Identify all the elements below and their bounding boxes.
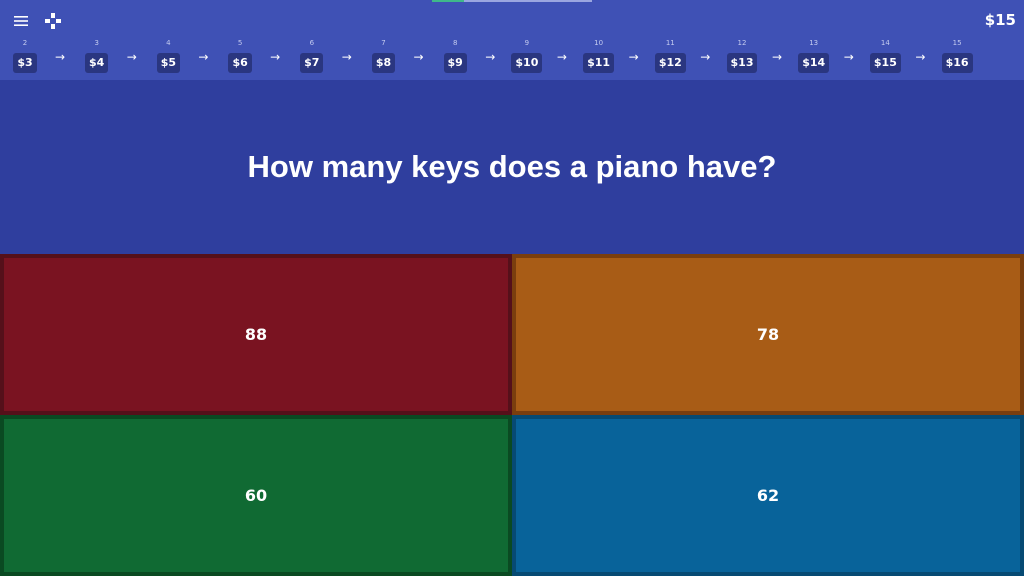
ladder-step: 6 $7 bbox=[292, 38, 332, 73]
ladder-step: 2 $3 bbox=[5, 38, 45, 73]
arrow-right-icon: → bbox=[628, 50, 639, 64]
ladder-step: 4 $5 bbox=[148, 38, 188, 73]
top-bar: $15 2 $3 → 3 $4 → 4 $5 → 5 $6 → 6 $7 → 7 $8 → 8 $9 → 9 $10 → 10 $… bbox=[0, 0, 1024, 80]
ladder-step-number: 8 bbox=[452, 39, 458, 47]
ladder-prize-badge: $4 bbox=[85, 53, 109, 73]
arrow-right-icon: → bbox=[413, 50, 424, 64]
ladder-prize-badge: $7 bbox=[300, 53, 324, 73]
ladder-step: 5 $6 bbox=[220, 38, 260, 73]
ladder-step-number: 5 bbox=[237, 39, 243, 47]
arrow-right-icon: → bbox=[485, 50, 496, 64]
ladder-step-number: 11 bbox=[665, 39, 675, 47]
ladder-prize-badge: $13 bbox=[726, 53, 758, 73]
arrow-right-icon: → bbox=[126, 50, 137, 64]
ladder-prize-badge: $15 bbox=[869, 53, 901, 73]
prize-ladder: 2 $3 → 3 $4 → 4 $5 → 5 $6 → 6 $7 → 7 $8 → 8 $9 → 9 $10 → 10 $11 → 1… bbox=[0, 38, 1024, 78]
ladder-step-number: 14 bbox=[880, 39, 890, 47]
ladder-step-number: 6 bbox=[309, 39, 315, 47]
ladder-step: 8 $9 bbox=[435, 38, 475, 73]
ladder-step-number: 12 bbox=[737, 39, 747, 47]
answer-label: 60 bbox=[244, 486, 268, 505]
ladder-step-number: 2 bbox=[22, 39, 28, 47]
ladder-prize-badge: $3 bbox=[13, 53, 37, 73]
arrow-right-icon: → bbox=[55, 50, 66, 64]
ladder-step: 3 $4 bbox=[77, 38, 117, 73]
answer-option-4[interactable]: 62 bbox=[512, 415, 1024, 576]
ladder-step-number: 15 bbox=[952, 39, 962, 47]
ladder-prize-badge: $6 bbox=[228, 53, 252, 73]
question-text: How many keys does a piano have? bbox=[247, 149, 777, 184]
arrow-right-icon: → bbox=[772, 50, 783, 64]
ladder-step: 7 $8 bbox=[364, 38, 404, 73]
ladder-step: 14 $15 bbox=[865, 38, 905, 73]
arrow-right-icon: → bbox=[843, 50, 854, 64]
progress-bar-fill bbox=[432, 0, 464, 2]
ladder-step-number: 13 bbox=[809, 39, 819, 47]
question-panel: How many keys does a piano have? bbox=[0, 80, 1024, 254]
ladder-step: 9 $10 bbox=[507, 38, 547, 73]
arrow-right-icon: → bbox=[341, 50, 352, 64]
answer-option-3[interactable]: 60 bbox=[0, 415, 512, 576]
progress-bar bbox=[432, 0, 592, 2]
ladder-step: 11 $12 bbox=[650, 38, 690, 73]
answer-label: 78 bbox=[756, 325, 780, 344]
ladder-prize-badge: $16 bbox=[941, 53, 973, 73]
ladder-prize-badge: $5 bbox=[156, 53, 181, 73]
answer-option-2[interactable]: 78 bbox=[512, 254, 1024, 415]
ladder-prize-badge: $11 bbox=[583, 53, 615, 73]
ladder-step-number: 4 bbox=[166, 39, 171, 47]
arrow-right-icon: → bbox=[700, 50, 711, 64]
answer-label: 88 bbox=[244, 325, 268, 344]
arrow-right-icon: → bbox=[556, 50, 567, 64]
ladder-step: 10 $11 bbox=[579, 38, 619, 73]
ladder-prize-badge: $9 bbox=[443, 53, 467, 73]
ladder-step-number: 9 bbox=[524, 39, 530, 47]
ladder-prize-badge: $10 bbox=[511, 53, 543, 73]
ladder-step: 12 $13 bbox=[722, 38, 762, 73]
ladder-step: 15 $16 bbox=[937, 38, 977, 73]
balance-display: $15 bbox=[984, 11, 1016, 29]
arrow-right-icon: → bbox=[915, 50, 926, 64]
ladder-step-number: 7 bbox=[381, 39, 386, 47]
ladder-prize-badge: $14 bbox=[798, 53, 830, 73]
ladder-prize-badge: $12 bbox=[654, 53, 686, 73]
answer-label: 62 bbox=[756, 486, 780, 505]
ladder-step-number: 10 bbox=[594, 39, 604, 47]
arrow-right-icon: → bbox=[198, 50, 209, 64]
ladder-step: 13 $14 bbox=[794, 38, 834, 73]
arrow-right-icon: → bbox=[270, 50, 281, 64]
gamepad-icon[interactable] bbox=[44, 12, 62, 30]
ladder-prize-badge: $8 bbox=[371, 53, 396, 73]
ladder-step-number: 3 bbox=[94, 39, 99, 47]
menu-icon[interactable] bbox=[13, 13, 29, 29]
answer-option-1[interactable]: 88 bbox=[0, 254, 512, 415]
